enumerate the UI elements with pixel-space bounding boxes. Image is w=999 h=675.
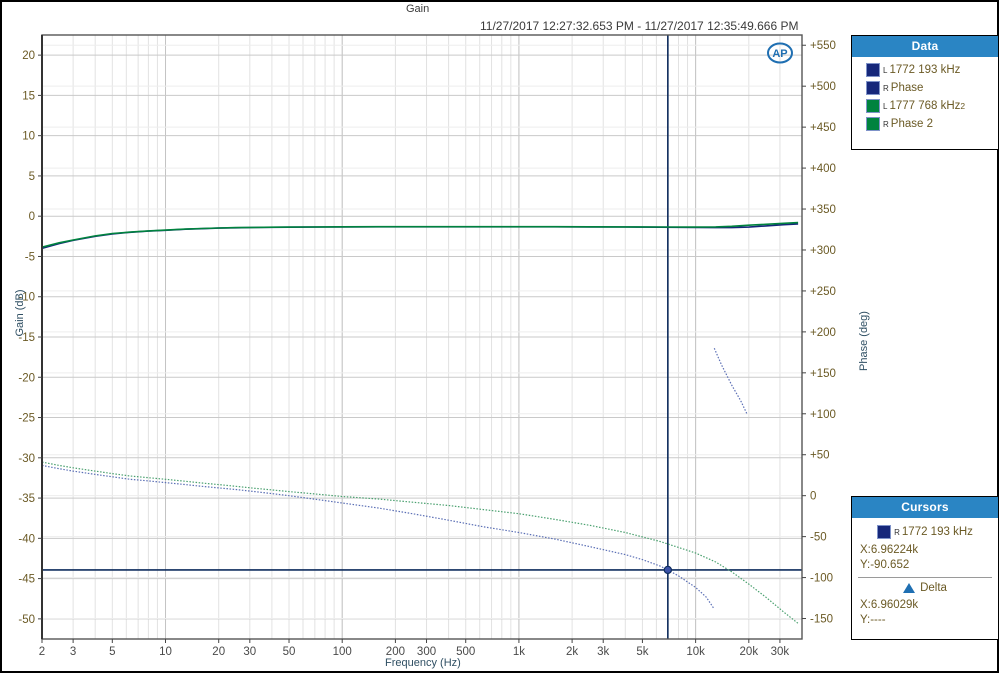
legend-channel-label: R [883,119,889,129]
y-tick-label-right: +200 [810,327,836,339]
legend-panel[interactable]: Data L 1772 193 kHz R Phase L 1777 768 kHz 2 R P… [851,35,999,150]
y-tick-label-right: +150 [810,368,836,380]
delta-x-value: X:6.96029k [860,599,919,611]
y-tick-label-left: -25 [18,413,35,425]
x-tick-label: 50 [283,646,296,658]
x-tick-label: 20k [740,646,759,658]
delta-row: Delta [858,582,992,594]
y-tick-label-right: +50 [810,450,830,462]
x-tick-label: 100 [333,646,352,658]
y-axis-title-left: Gain (dB) [14,289,26,337]
x-tick-label: 2k [566,646,578,658]
cursors-header: Cursors [852,497,998,518]
legend-item-suffix: 2 [960,101,966,111]
delta-label: Delta [920,582,947,594]
y-tick-label-left: 5 [29,171,35,183]
cursor-x-value: X:6.96224k [860,544,919,556]
legend-color-swatch [866,81,880,95]
cursor-channel-label: R [894,527,900,537]
y-tick-label-left: -20 [18,372,35,384]
x-tick-label: 5k [636,646,648,658]
x-tick-label: 5 [109,646,115,658]
y-tick-label-left: -40 [18,533,35,545]
y-tick-label-left: 0 [29,211,35,223]
y-tick-label-right: +100 [810,409,836,421]
y-axis-title-right: Phase (deg) [858,311,870,371]
y-tick-label-right: -50 [810,532,827,544]
y-tick-label-right: +250 [810,286,836,298]
y-tick-label-right: +400 [810,163,836,175]
y-tick-label-left: -50 [18,614,35,626]
legend-color-swatch [866,63,880,77]
x-tick-label: 30 [243,646,256,658]
legend-item[interactable]: L 1777 768 kHz 2 [866,99,992,113]
legend-item[interactable]: L 1772 193 kHz [866,63,992,77]
legend-item-label: 1772 193 kHz [889,64,961,76]
y-tick-label-right: +500 [810,81,836,93]
legend-header: Data [852,36,998,57]
cursors-body: R 1772 193 kHz X:6.96224k Y:-90.652 Delt… [852,518,998,634]
y-tick-label-left: 10 [22,131,35,143]
y-tick-label-right: 0 [810,491,816,503]
y-tick-label-left: -30 [18,453,35,465]
legend-item-label: Phase 2 [890,118,933,130]
y-tick-label-right: +550 [810,40,836,52]
cursor-y-value: Y:-90.652 [860,559,910,571]
x-tick-label: 30k [771,646,790,658]
x-tick-label: 2 [39,646,45,658]
legend-channel-label: L [883,101,888,111]
legend-item[interactable]: R Phase 2 [866,117,992,131]
cursors-divider [858,577,992,578]
legend-channel-label: L [883,65,888,75]
plot-canvas[interactable]: 2 3 5 10 20 30 50 100 200 300 500 1k 2k 3k 5k 10k 20k 30k… [2,2,999,675]
y-tick-label-right: -100 [810,573,833,585]
x-tick-label: 10 [159,646,172,658]
cursor-trace-row: R 1772 193 kHz [858,525,992,539]
y-tick-label-left: 20 [22,50,35,62]
svg-text:AP: AP [772,48,787,60]
legend-item-label: Phase [890,82,924,94]
delta-triangle-icon [903,583,916,593]
cursors-panel[interactable]: Cursors R 1772 193 kHz X:6.96224k Y:-90.… [851,496,999,640]
y-tick-label-right: +350 [810,204,836,216]
x-tick-label: 3k [597,646,609,658]
y-tick-label-right: +450 [810,122,836,134]
cursor-trace-label: 1772 193 kHz [901,526,973,538]
x-tick-label: 20 [212,646,225,658]
legend-items: L 1772 193 kHz R Phase L 1777 768 kHz 2 R Phase … [852,57,998,140]
delta-y-value: Y:---- [860,614,886,626]
cursor-marker[interactable] [663,565,673,575]
y-tick-label-left: -45 [18,574,35,586]
x-axis-title: Frequency (Hz) [385,657,461,669]
x-tick-label: 1k [513,646,525,658]
y-tick-label-left: -35 [18,493,35,505]
x-tick-label: 3 [70,646,76,658]
cursor-color-swatch [877,525,892,539]
legend-color-swatch [866,99,880,113]
legend-channel-label: R [883,83,889,93]
chart-window: Gain 11/27/2017 12:27:32.653 PM - 11/27/… [0,0,999,673]
y-tick-label-right: -150 [810,614,833,626]
series-line [41,461,799,624]
legend-item[interactable]: R Phase [866,81,992,95]
y-tick-label-left: 15 [22,90,35,102]
series-line [41,221,799,248]
legend-item-label: 1777 768 kHz [889,100,961,112]
x-tick-label: 10k [686,646,705,658]
legend-color-swatch [866,117,880,131]
y-tick-label-left: -5 [25,251,35,263]
y-tick-label-right: +300 [810,245,836,257]
